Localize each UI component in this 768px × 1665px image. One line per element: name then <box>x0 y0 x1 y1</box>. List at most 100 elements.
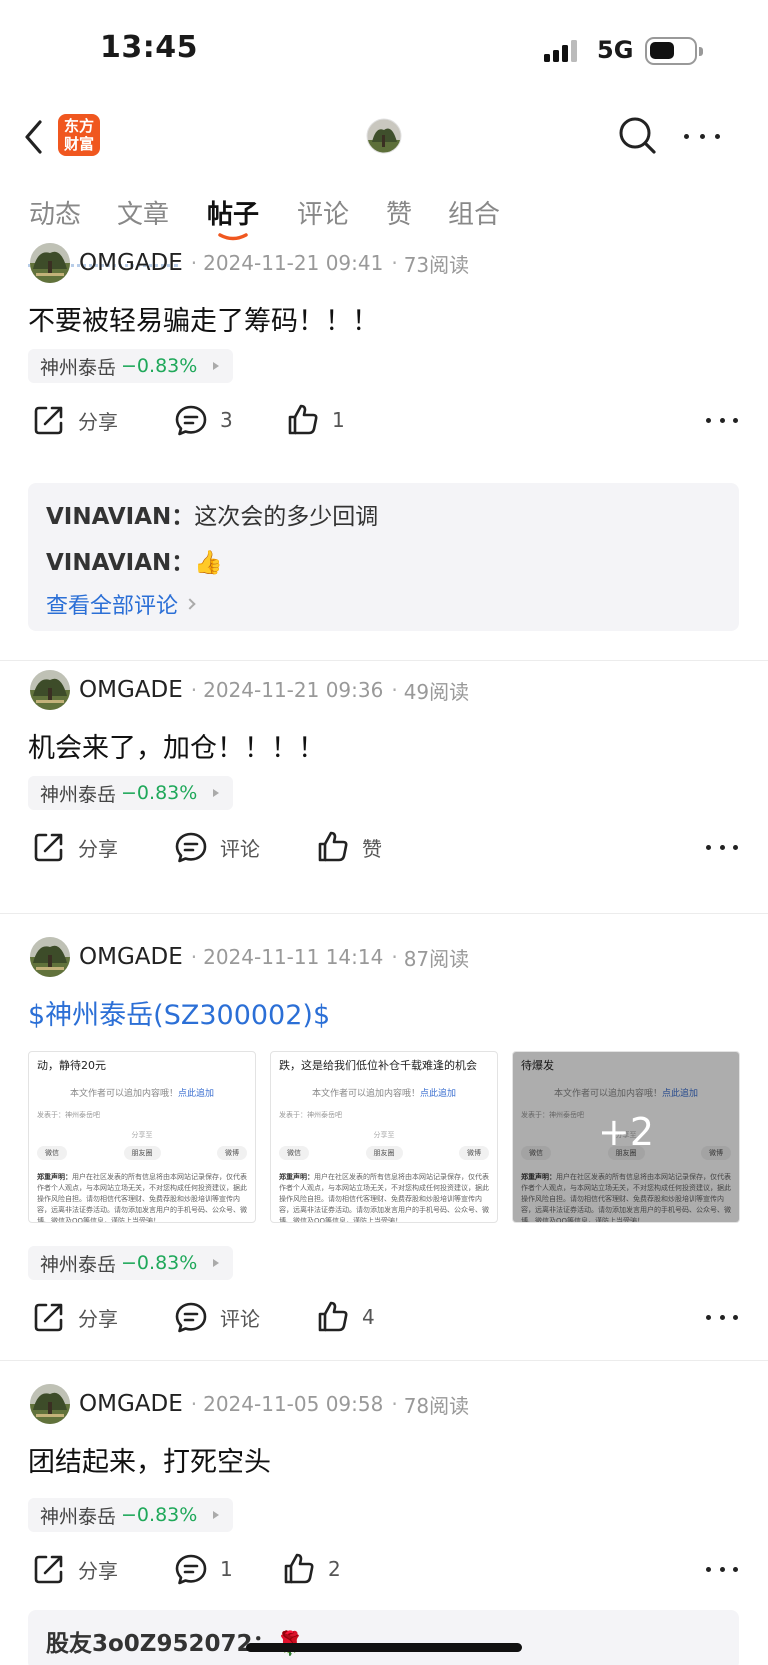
comment-label: 评论 <box>220 1306 260 1331</box>
like-button[interactable]: 4 <box>316 1300 375 1334</box>
tab-dynamics[interactable]: 动态 <box>29 194 81 231</box>
share-label: 分享 <box>78 1558 118 1583</box>
share-label: 分享 <box>78 1306 118 1331</box>
stock-change: −0.83% <box>121 1252 198 1274</box>
comment-text: 这次会的多少回调 <box>194 504 379 530</box>
post-date: 2024-11-21 09:41 <box>203 251 384 275</box>
caret-right-icon <box>213 1259 220 1267</box>
tab-comments[interactable]: 评论 <box>297 194 349 231</box>
comment-button[interactable]: 评论 <box>174 830 260 864</box>
post-more-button[interactable] <box>706 842 738 852</box>
app-logo-line1: 东方 <box>63 117 94 135</box>
share-icon <box>32 403 66 437</box>
profile-tabs: 动态 文章 帖子 评论 赞 组合 <box>0 188 768 248</box>
stock-tag[interactable]: 神州泰岳 −0.83% <box>28 349 234 383</box>
app-logo[interactable]: 东方 财富 <box>58 114 100 156</box>
share-button[interactable]: 分享 <box>32 1552 118 1586</box>
comment-preview[interactable]: 股友3o0Z952072：🌹 <box>28 1610 739 1665</box>
thumb-share-to: 分享至 <box>373 1131 395 1139</box>
post-header: OMGADE · 2024-11-21 09:41 · 73阅读 <box>30 243 469 283</box>
comment-button[interactable]: 1 <box>174 1552 233 1586</box>
search-button[interactable] <box>616 114 660 158</box>
tab-portfolios[interactable]: 组合 <box>448 194 500 231</box>
more-images-count: +2 <box>597 1110 655 1154</box>
meta-separator: · <box>391 251 398 275</box>
tab-likes[interactable]: 赞 <box>386 194 412 231</box>
meta-separator: · <box>190 1392 198 1416</box>
post-more-button[interactable] <box>706 415 738 425</box>
share-button[interactable]: 分享 <box>32 403 118 437</box>
comment-user[interactable]: VINAVIAN： <box>46 504 194 530</box>
stock-link-title[interactable]: $神州泰岳(SZ300002)$ <box>28 993 330 1032</box>
comment-item: 股友3o0Z952072：🌹 <box>46 1624 304 1658</box>
avatar[interactable] <box>30 1384 70 1424</box>
stock-tag[interactable]: 神州泰岳 −0.83% <box>28 776 234 810</box>
comment-icon <box>174 1300 208 1334</box>
image-thumbnail[interactable]: 跌，这是给我们低位补仓千载难逢的机会 本文作者可以追加内容哦！点此追加 发表于：… <box>270 1051 498 1223</box>
top-nav: 东方 财富 <box>0 100 768 267</box>
comment-text: 👍 <box>194 550 223 576</box>
caret-right-icon <box>213 362 220 370</box>
divider <box>0 913 768 914</box>
comment-icon <box>174 1552 208 1586</box>
back-button[interactable] <box>20 118 52 156</box>
comment-button[interactable]: 评论 <box>174 1300 260 1334</box>
meta-separator: · <box>190 945 198 969</box>
stock-name: 神州泰岳 <box>40 1253 117 1276</box>
avatar[interactable] <box>30 670 70 710</box>
author-name[interactable]: OMGADE <box>79 677 183 703</box>
read-count: 78阅读 <box>403 1393 470 1418</box>
post-date: 2024-11-11 14:14 <box>203 945 384 969</box>
post-title[interactable]: 不要被轻易骗走了筹码！！！ <box>28 299 379 338</box>
caret-right-icon <box>213 1511 220 1519</box>
like-label: 赞 <box>362 836 382 861</box>
comment-user[interactable]: 股友3o0Z952072： <box>46 1631 276 1657</box>
comment-preview[interactable]: VINAVIAN：这次会的多少回调 VINAVIAN：👍 查看全部评论 <box>28 483 739 631</box>
view-all-comments-link[interactable]: 查看全部评论 <box>46 588 196 620</box>
tab-articles[interactable]: 文章 <box>117 194 169 231</box>
stock-change: −0.83% <box>121 782 198 804</box>
thumb-notice: 本文作者可以追加内容哦！点此追加 <box>69 1089 215 1099</box>
share-label: 分享 <box>78 409 118 434</box>
thumb-notice: 本文作者可以追加内容哦！点此追加 <box>311 1089 457 1099</box>
image-thumbnail[interactable]: 动，静待20元 本文作者可以追加内容哦！点此追加 发表于：神州泰岳吧 分享至 微… <box>28 1051 256 1223</box>
author-name[interactable]: OMGADE <box>79 1391 183 1417</box>
comment-item: VINAVIAN：👍 <box>46 543 223 577</box>
post-title[interactable]: 机会来了，加仓！！！！ <box>28 726 325 765</box>
like-button[interactable]: 赞 <box>316 830 382 864</box>
share-button[interactable]: 分享 <box>32 1300 118 1334</box>
post-more-button[interactable] <box>706 1312 738 1322</box>
avatar[interactable] <box>30 243 70 283</box>
avatar[interactable] <box>30 937 70 977</box>
share-icon <box>32 1300 66 1334</box>
comment-button[interactable]: 3 <box>174 403 233 437</box>
share-button[interactable]: 分享 <box>32 830 118 864</box>
author-name[interactable]: OMGADE <box>79 250 183 276</box>
profile-avatar[interactable] <box>366 118 402 154</box>
comment-user[interactable]: VINAVIAN： <box>46 550 194 576</box>
like-button[interactable]: 1 <box>286 403 345 437</box>
app-logo-line2: 财富 <box>63 135 94 153</box>
image-thumbnail[interactable]: 待爆发 本文作者可以追加内容哦！点此追加 发表于：神州泰岳吧 分享至 微信 朋友圈… <box>512 1051 740 1223</box>
home-indicator[interactable] <box>246 1643 522 1652</box>
post-more-button[interactable] <box>706 1564 738 1574</box>
meta-separator: · <box>391 1392 398 1416</box>
tab-posts[interactable]: 帖子 <box>207 194 259 231</box>
battery-icon <box>645 37 703 65</box>
stock-tag[interactable]: 神州泰岳 −0.83% <box>28 1246 234 1280</box>
like-button[interactable]: 2 <box>282 1552 341 1586</box>
thumb-share-to: 分享至 <box>131 1131 153 1139</box>
author-name[interactable]: OMGADE <box>79 944 183 970</box>
stock-name: 神州泰岳 <box>40 356 117 379</box>
stock-tag[interactable]: 神州泰岳 −0.83% <box>28 1498 234 1532</box>
post-header: OMGADE · 2024-11-11 14:14 · 87阅读 <box>30 937 469 977</box>
signal-icon <box>544 40 577 62</box>
active-tab-indicator <box>218 233 248 241</box>
network-type: 5G <box>597 36 634 64</box>
more-menu-button[interactable] <box>680 122 724 150</box>
status-time: 13:45 <box>100 30 198 65</box>
meta-separator: · <box>190 678 198 702</box>
post-title[interactable]: 团结起来，打死空头 <box>28 1440 271 1479</box>
caret-right-icon <box>213 789 220 797</box>
thumb-from: 发表于：神州泰岳吧 <box>37 1111 100 1119</box>
